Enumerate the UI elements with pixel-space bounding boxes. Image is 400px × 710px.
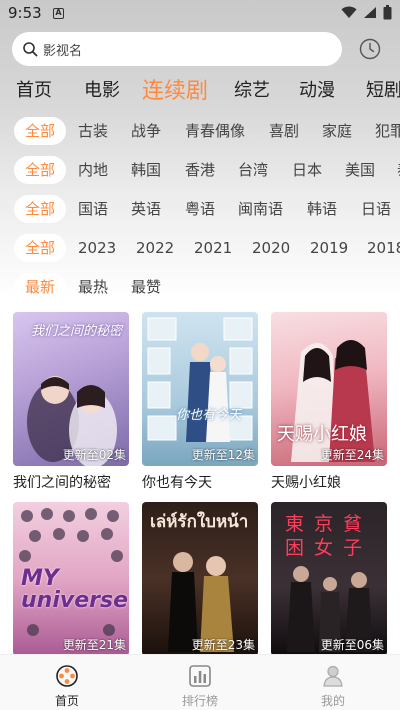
filter-chip[interactable]: 战争 (131, 117, 161, 145)
signal-icon (364, 7, 376, 18)
poster-image: MY universe 更新至21集 (13, 502, 129, 656)
status-bar: 9:53 A (0, 0, 400, 28)
nav-label: 排行榜 (181, 694, 218, 708)
filter-chip[interactable]: 2023 (78, 234, 116, 262)
battery-icon (383, 5, 392, 20)
filter-chip[interactable]: 喜剧 (269, 117, 299, 145)
filter-chip[interactable]: 2018 (367, 234, 400, 262)
filter-chip[interactable]: 全部 (14, 156, 66, 184)
poster-title-art: 你也有今天 (176, 408, 242, 423)
filter-chip[interactable]: 台湾 (238, 156, 268, 184)
filter-chip[interactable]: 2021 (194, 234, 232, 262)
card-title: 天赐小红娘 (271, 475, 341, 491)
poster-image: 東京貧困女子 更新至06集 (271, 502, 387, 656)
status-time: 9:53 (8, 4, 42, 22)
filter-row-region: 全部 内地 韩国 香港 台湾 日本 美国 泰国 (0, 156, 400, 186)
poster-image: 天赐小红娘 更新至24集 (271, 312, 387, 466)
poster-title-art: MY universe (21, 566, 128, 613)
sort-row: 最新 最热 最赞 (0, 273, 400, 303)
filter-chip[interactable]: 青春偶像 (185, 117, 245, 145)
search-placeholder: 影视名 (43, 43, 83, 59)
history-button[interactable] (358, 37, 382, 61)
filter-chip[interactable]: 韩国 (131, 156, 161, 184)
series-card[interactable]: 東京貧困女子 更新至06集 (271, 502, 387, 662)
episode-badge: 更新至02集 (62, 448, 126, 462)
tab-movie[interactable]: 电影 (84, 76, 120, 102)
episode-badge: 更新至23集 (191, 638, 255, 652)
poster-title-art: 我们之间的秘密 (31, 324, 123, 339)
filter-chip[interactable]: 日本 (292, 156, 322, 184)
sort-chip[interactable]: 最新 (14, 273, 66, 301)
user-icon (321, 664, 345, 688)
filter-chip[interactable]: 全部 (14, 117, 66, 145)
poster-title-art: เล่ห์รักใบหน้า (150, 512, 249, 532)
series-card[interactable]: เล่ห์รักใบหน้า 更新至23集 (142, 502, 258, 662)
filter-chip[interactable]: 全部 (14, 234, 66, 262)
series-card[interactable]: 我们之间的秘密 更新至02集 我们之间的秘密 (13, 312, 129, 492)
filter-chip[interactable]: 古装 (78, 117, 108, 145)
poster-image: 我们之间的秘密 更新至02集 (13, 312, 129, 466)
filter-chip[interactable]: 英语 (131, 195, 161, 223)
series-card[interactable]: MY universe 更新至21集 (13, 502, 129, 662)
episode-badge: 更新至12集 (191, 448, 255, 462)
tab-series[interactable]: 连续剧 (142, 73, 208, 105)
filter-chip[interactable]: 内地 (78, 156, 108, 184)
filter-chip[interactable]: 韩语 (307, 195, 337, 223)
filter-chip[interactable]: 香港 (185, 156, 215, 184)
episode-badge: 更新至06集 (320, 638, 384, 652)
filter-chip[interactable]: 2022 (136, 234, 174, 262)
series-card[interactable]: 你也有今天 更新至12集 你也有今天 (142, 312, 258, 492)
tab-variety[interactable]: 综艺 (234, 76, 270, 102)
filter-row-year: 全部 2023 2022 2021 2020 2019 2018 (0, 234, 400, 264)
wifi-icon (341, 6, 357, 18)
filter-chip[interactable]: 国语 (78, 195, 108, 223)
nav-home[interactable]: 首页 (27, 655, 107, 710)
filter-chip[interactable]: 2020 (252, 234, 290, 262)
card-title: 我们之间的秘密 (13, 475, 111, 491)
search-input[interactable]: 影视名 (12, 32, 342, 66)
notification-icon: A (53, 8, 64, 19)
poster-title-art: 天赐小红娘 (277, 424, 367, 445)
bar-chart-icon (188, 664, 212, 688)
sort-chip[interactable]: 最赞 (131, 273, 161, 301)
nav-mine[interactable]: 我的 (293, 655, 373, 710)
search-icon (23, 42, 38, 57)
card-title: 你也有今天 (142, 475, 212, 491)
filter-chip[interactable]: 粤语 (185, 195, 215, 223)
poster-image: เล่ห์รักใบหน้า 更新至23集 (142, 502, 258, 656)
filter-chip[interactable]: 2019 (310, 234, 348, 262)
filter-chip[interactable]: 全部 (14, 195, 66, 223)
nav-label: 我的 (320, 694, 345, 708)
tab-short[interactable]: 短剧 (366, 76, 400, 102)
clock-icon (359, 38, 381, 60)
filter-chip[interactable]: 犯罪 (375, 117, 400, 145)
nav-ranking[interactable]: 排行榜 (160, 655, 240, 710)
poster-image: 你也有今天 更新至12集 (142, 312, 258, 466)
film-reel-icon (55, 664, 79, 688)
filter-chip[interactable]: 日语 (361, 195, 391, 223)
filter-chip[interactable]: 闽南语 (238, 195, 283, 223)
filter-row-genre: 全部 古装 战争 青春偶像 喜剧 家庭 犯罪 (0, 117, 400, 147)
search-row: 影视名 (12, 32, 388, 66)
category-tabs: 首页 电影 连续剧 综艺 动漫 短剧 (0, 72, 400, 106)
tab-home[interactable]: 首页 (16, 76, 52, 102)
filter-chip[interactable]: 家庭 (322, 117, 352, 145)
filter-row-language: 全部 国语 英语 粤语 闽南语 韩语 日语 (0, 195, 400, 225)
poster-title-art: 東京貧困女子 (285, 513, 373, 559)
tab-anime[interactable]: 动漫 (299, 76, 335, 102)
episode-badge: 更新至24集 (320, 448, 384, 462)
sort-chip[interactable]: 最热 (78, 273, 108, 301)
bottom-nav: 首页 排行榜 我的 (0, 654, 400, 710)
series-card[interactable]: 天赐小红娘 更新至24集 天赐小红娘 (271, 312, 387, 492)
filter-chip[interactable]: 美国 (345, 156, 375, 184)
episode-badge: 更新至21集 (62, 638, 126, 652)
nav-label: 首页 (54, 694, 79, 708)
